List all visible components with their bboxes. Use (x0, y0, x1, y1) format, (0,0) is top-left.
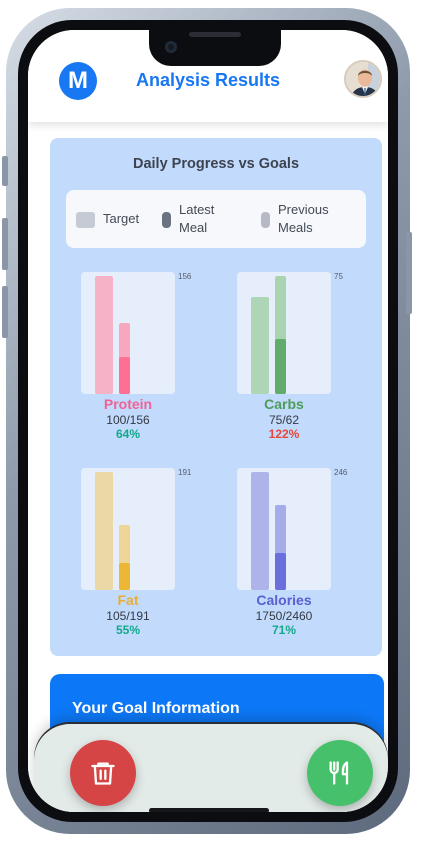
legend-swatch-target (76, 212, 95, 228)
delete-button[interactable] (70, 740, 136, 806)
front-camera (165, 41, 177, 53)
volume-up-button (2, 218, 8, 270)
macro-max-label: 246 (334, 468, 348, 477)
log-meal-button[interactable] (307, 740, 373, 806)
macro-chart-area (81, 272, 175, 394)
target-bar (251, 297, 269, 394)
latest-meal-bar (119, 357, 130, 394)
goal-card-title: Your Goal Information (72, 700, 240, 717)
user-portrait-icon (346, 62, 380, 96)
legend-label-previous-line1: Previous (278, 202, 329, 217)
card-title: Daily Progress vs Goals (132, 156, 300, 172)
legend-item-target: Target (76, 190, 156, 248)
macro-calories: 246 Calories 1750/2460 71% (206, 468, 356, 658)
macro-chart-area (237, 272, 331, 394)
macro-ratio: 100/156 (106, 413, 150, 427)
latest-meal-bar (119, 563, 130, 590)
legend-label-previous: Previous Meals (278, 201, 329, 237)
chart-legend: Target Latest Meal Previous Meals (66, 190, 366, 248)
legend-swatch-previous (261, 212, 270, 228)
latest-meal-bar (275, 553, 286, 590)
macro-fat: 191 Fat 105/191 55% (50, 468, 200, 658)
bottom-action-bar (34, 724, 388, 812)
legend-label-target: Target (103, 211, 140, 226)
macro-ratio: 1750/2460 (255, 609, 313, 623)
avatar[interactable] (344, 60, 382, 98)
macro-ratio: 75/62 (268, 413, 300, 427)
speaker-grille (189, 32, 241, 37)
legend-label-latest: Latest Meal (179, 201, 214, 237)
trash-icon (91, 762, 115, 785)
legend-label-latest-line1: Latest (179, 202, 215, 217)
legend-item-previous: Previous Meals (261, 190, 361, 248)
macro-chart-area (237, 468, 331, 590)
macro-max-label: 75 (334, 272, 343, 281)
macro-name: Fat (117, 592, 139, 608)
home-indicator (149, 808, 269, 812)
target-bar (95, 472, 113, 590)
macro-protein: 156 Protein 100/156 64% (50, 272, 200, 462)
phone-bezel: M Analysis Results Daily Progress vs Goa… (18, 20, 398, 822)
macro-max-label: 156 (178, 272, 192, 281)
macro-percent: 55% (115, 623, 141, 637)
legend-item-latest: Latest Meal (162, 190, 252, 248)
macro-name: Carbs (264, 396, 304, 412)
macro-percent: 122% (268, 427, 300, 441)
target-bar (251, 472, 269, 590)
scroll-content[interactable]: Daily Progress vs Goals Target Latest Me… (28, 122, 388, 812)
macro-chart-area (81, 468, 175, 590)
macro-name: Protein (103, 396, 153, 412)
fork-knife-icon (329, 761, 349, 785)
volume-down-button (2, 286, 8, 338)
macro-carbs: 75 Carbs 75/62 122% (206, 272, 356, 462)
mute-switch (2, 156, 8, 186)
macro-percent: 71% (271, 623, 297, 637)
legend-label-latest-line2: Meal (179, 220, 208, 235)
latest-meal-bar (275, 339, 286, 394)
macro-name: Calories (256, 592, 312, 608)
power-button (406, 232, 412, 314)
target-bar (95, 276, 113, 394)
macro-max-label: 191 (178, 468, 192, 477)
legend-swatch-latest (162, 212, 171, 228)
app-screen: M Analysis Results Daily Progress vs Goa… (28, 30, 388, 812)
page-title: Analysis Results (135, 70, 281, 90)
notch (149, 30, 281, 66)
macro-ratio: 105/191 (106, 609, 150, 623)
phone-frame: M Analysis Results Daily Progress vs Goa… (2, 8, 412, 834)
macro-percent: 64% (115, 427, 141, 441)
daily-progress-card: Daily Progress vs Goals Target Latest Me… (50, 138, 382, 656)
legend-label-previous-line2: Meals (278, 220, 313, 235)
